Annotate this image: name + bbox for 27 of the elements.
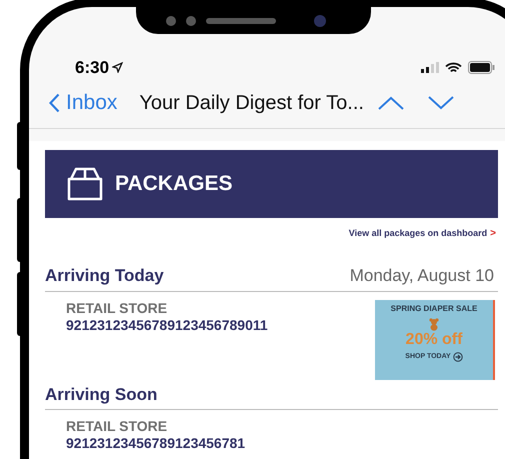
package-box-icon	[67, 167, 103, 201]
back-button[interactable]: Inbox	[49, 86, 118, 118]
signal-icon	[421, 62, 439, 73]
section-heading: Arriving Today	[45, 265, 164, 287]
store-name: RETAIL STORE	[66, 300, 168, 316]
battery-icon	[468, 61, 495, 74]
store-name: RETAIL STORE	[66, 418, 168, 435]
back-chevron-icon	[49, 92, 60, 112]
nav-title: Your Daily Digest for To...	[139, 90, 364, 116]
speaker-icon	[206, 18, 276, 24]
wifi-icon	[445, 62, 462, 74]
chevron-down-icon[interactable]	[428, 96, 454, 110]
arrow-circle-icon	[452, 352, 463, 362]
camera-icon	[314, 14, 326, 26]
teddy-bear-icon	[427, 316, 441, 330]
ad-headline: SPRING DIAPER SALE	[390, 304, 478, 312]
tracking-number[interactable]: 92123123456789123456781	[66, 435, 246, 452]
banner-title: PACKAGES	[115, 171, 232, 198]
link-chevron: >	[490, 227, 496, 241]
chevron-up-icon[interactable]	[378, 96, 404, 110]
section-heading: Arriving Soon	[45, 384, 158, 406]
section-date: Monday, August 10	[350, 265, 495, 287]
ad-offer: 20% off	[406, 332, 462, 348]
dashboard-link[interactable]: View all packages on dashboard >	[45, 226, 498, 241]
status-time: 6:30	[75, 56, 110, 79]
location-arrow-icon	[112, 62, 124, 73]
tracking-number[interactable]: 92123123456789123456789011	[66, 316, 268, 334]
